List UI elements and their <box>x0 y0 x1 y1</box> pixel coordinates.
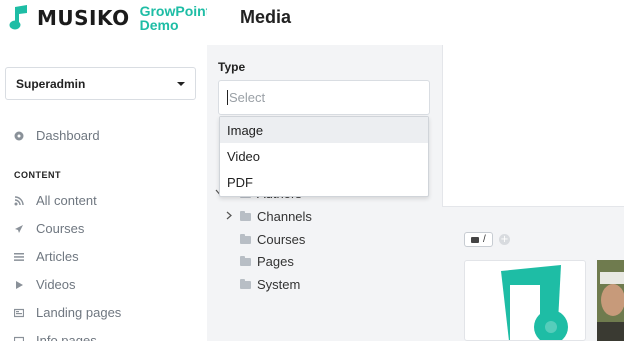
play-icon <box>14 280 24 290</box>
sidebar-section-content: CONTENT <box>14 170 61 180</box>
dropdown-option-video[interactable]: Video <box>220 143 428 169</box>
sidebar-item-label: Videos <box>36 277 76 292</box>
caret-down-icon <box>177 81 185 86</box>
layout-icon <box>14 308 24 318</box>
folder-icon <box>240 210 251 221</box>
media-thumbnail-photo[interactable] <box>597 260 624 341</box>
sidebar: MUSIKO GrowPoint Demo Superadmin Dashboa… <box>0 0 210 341</box>
folder-icon <box>240 278 251 289</box>
dashboard-icon <box>14 131 24 141</box>
media-preview-area <box>442 45 624 207</box>
sidebar-item-videos[interactable]: Videos <box>14 277 76 292</box>
tree-item-pages[interactable]: Pages <box>240 254 294 269</box>
sidebar-item-dashboard[interactable]: Dashboard <box>14 128 100 143</box>
dropdown-option-pdf[interactable]: PDF <box>220 169 428 195</box>
add-folder-button[interactable]: + <box>499 234 510 245</box>
logo-subtitle-line2: Demo <box>139 17 179 33</box>
sidebar-item-label: Dashboard <box>36 128 100 143</box>
breadcrumb[interactable]: / <box>464 232 493 247</box>
sidebar-item-label: Courses <box>36 221 85 236</box>
sidebar-item-label: Landing pages <box>36 305 122 320</box>
logo-wordmark: MUSIKO <box>37 6 130 30</box>
tree-item-system[interactable]: System <box>240 277 300 292</box>
text-cursor <box>227 90 228 105</box>
dropdown-option-image[interactable]: Image <box>220 117 428 143</box>
folder-open-icon <box>471 236 479 243</box>
tree-item-channels[interactable]: Channels <box>226 209 312 224</box>
music-note-logo-icon <box>501 265 568 340</box>
tree-item-courses[interactable]: Courses <box>240 232 305 247</box>
sidebar-item-courses[interactable]: Courses <box>14 221 84 236</box>
breadcrumb-path: / <box>483 234 486 245</box>
sidebar-item-info-pages[interactable]: Info pages <box>14 333 97 341</box>
sidebar-item-all-content[interactable]: All content <box>14 193 97 208</box>
rocket-icon <box>14 224 24 234</box>
type-filter-dropdown: Image Video PDF <box>219 116 429 197</box>
tree-item-label: Courses <box>257 232 306 247</box>
tree-item-label: Pages <box>257 254 294 269</box>
logo-subtitle: GrowPoint Demo <box>140 4 211 32</box>
info-icon <box>14 336 24 341</box>
tree-item-label: System <box>257 277 301 292</box>
type-filter-placeholder: Select <box>229 90 266 105</box>
photo-image <box>597 260 624 341</box>
folder-icon <box>240 233 251 244</box>
sidebar-item-articles[interactable]: Articles <box>14 249 79 264</box>
sidebar-item-label: All content <box>36 193 97 208</box>
logo-subtitle-line1: GrowPoint <box>139 3 211 19</box>
role-select[interactable]: Superadmin <box>5 67 196 100</box>
rss-icon <box>14 195 24 206</box>
tree-item-label: Channels <box>257 209 312 224</box>
page-header: Media <box>207 0 624 45</box>
sidebar-item-landing-pages[interactable]: Landing pages <box>14 305 121 320</box>
type-filter-label: Type <box>218 60 246 74</box>
chevron-right-icon <box>226 211 236 223</box>
media-thumbnail[interactable] <box>464 260 586 341</box>
music-note-icon <box>7 4 33 32</box>
sidebar-item-label: Info pages <box>36 333 97 341</box>
lines-icon <box>14 252 24 262</box>
logo[interactable]: MUSIKO GrowPoint Demo <box>7 3 210 33</box>
type-filter-select[interactable]: Select <box>218 80 430 115</box>
sidebar-item-label: Articles <box>36 249 79 264</box>
folder-icon <box>240 255 251 266</box>
role-select-value: Superadmin <box>16 76 86 91</box>
page-title: Media <box>240 7 292 27</box>
